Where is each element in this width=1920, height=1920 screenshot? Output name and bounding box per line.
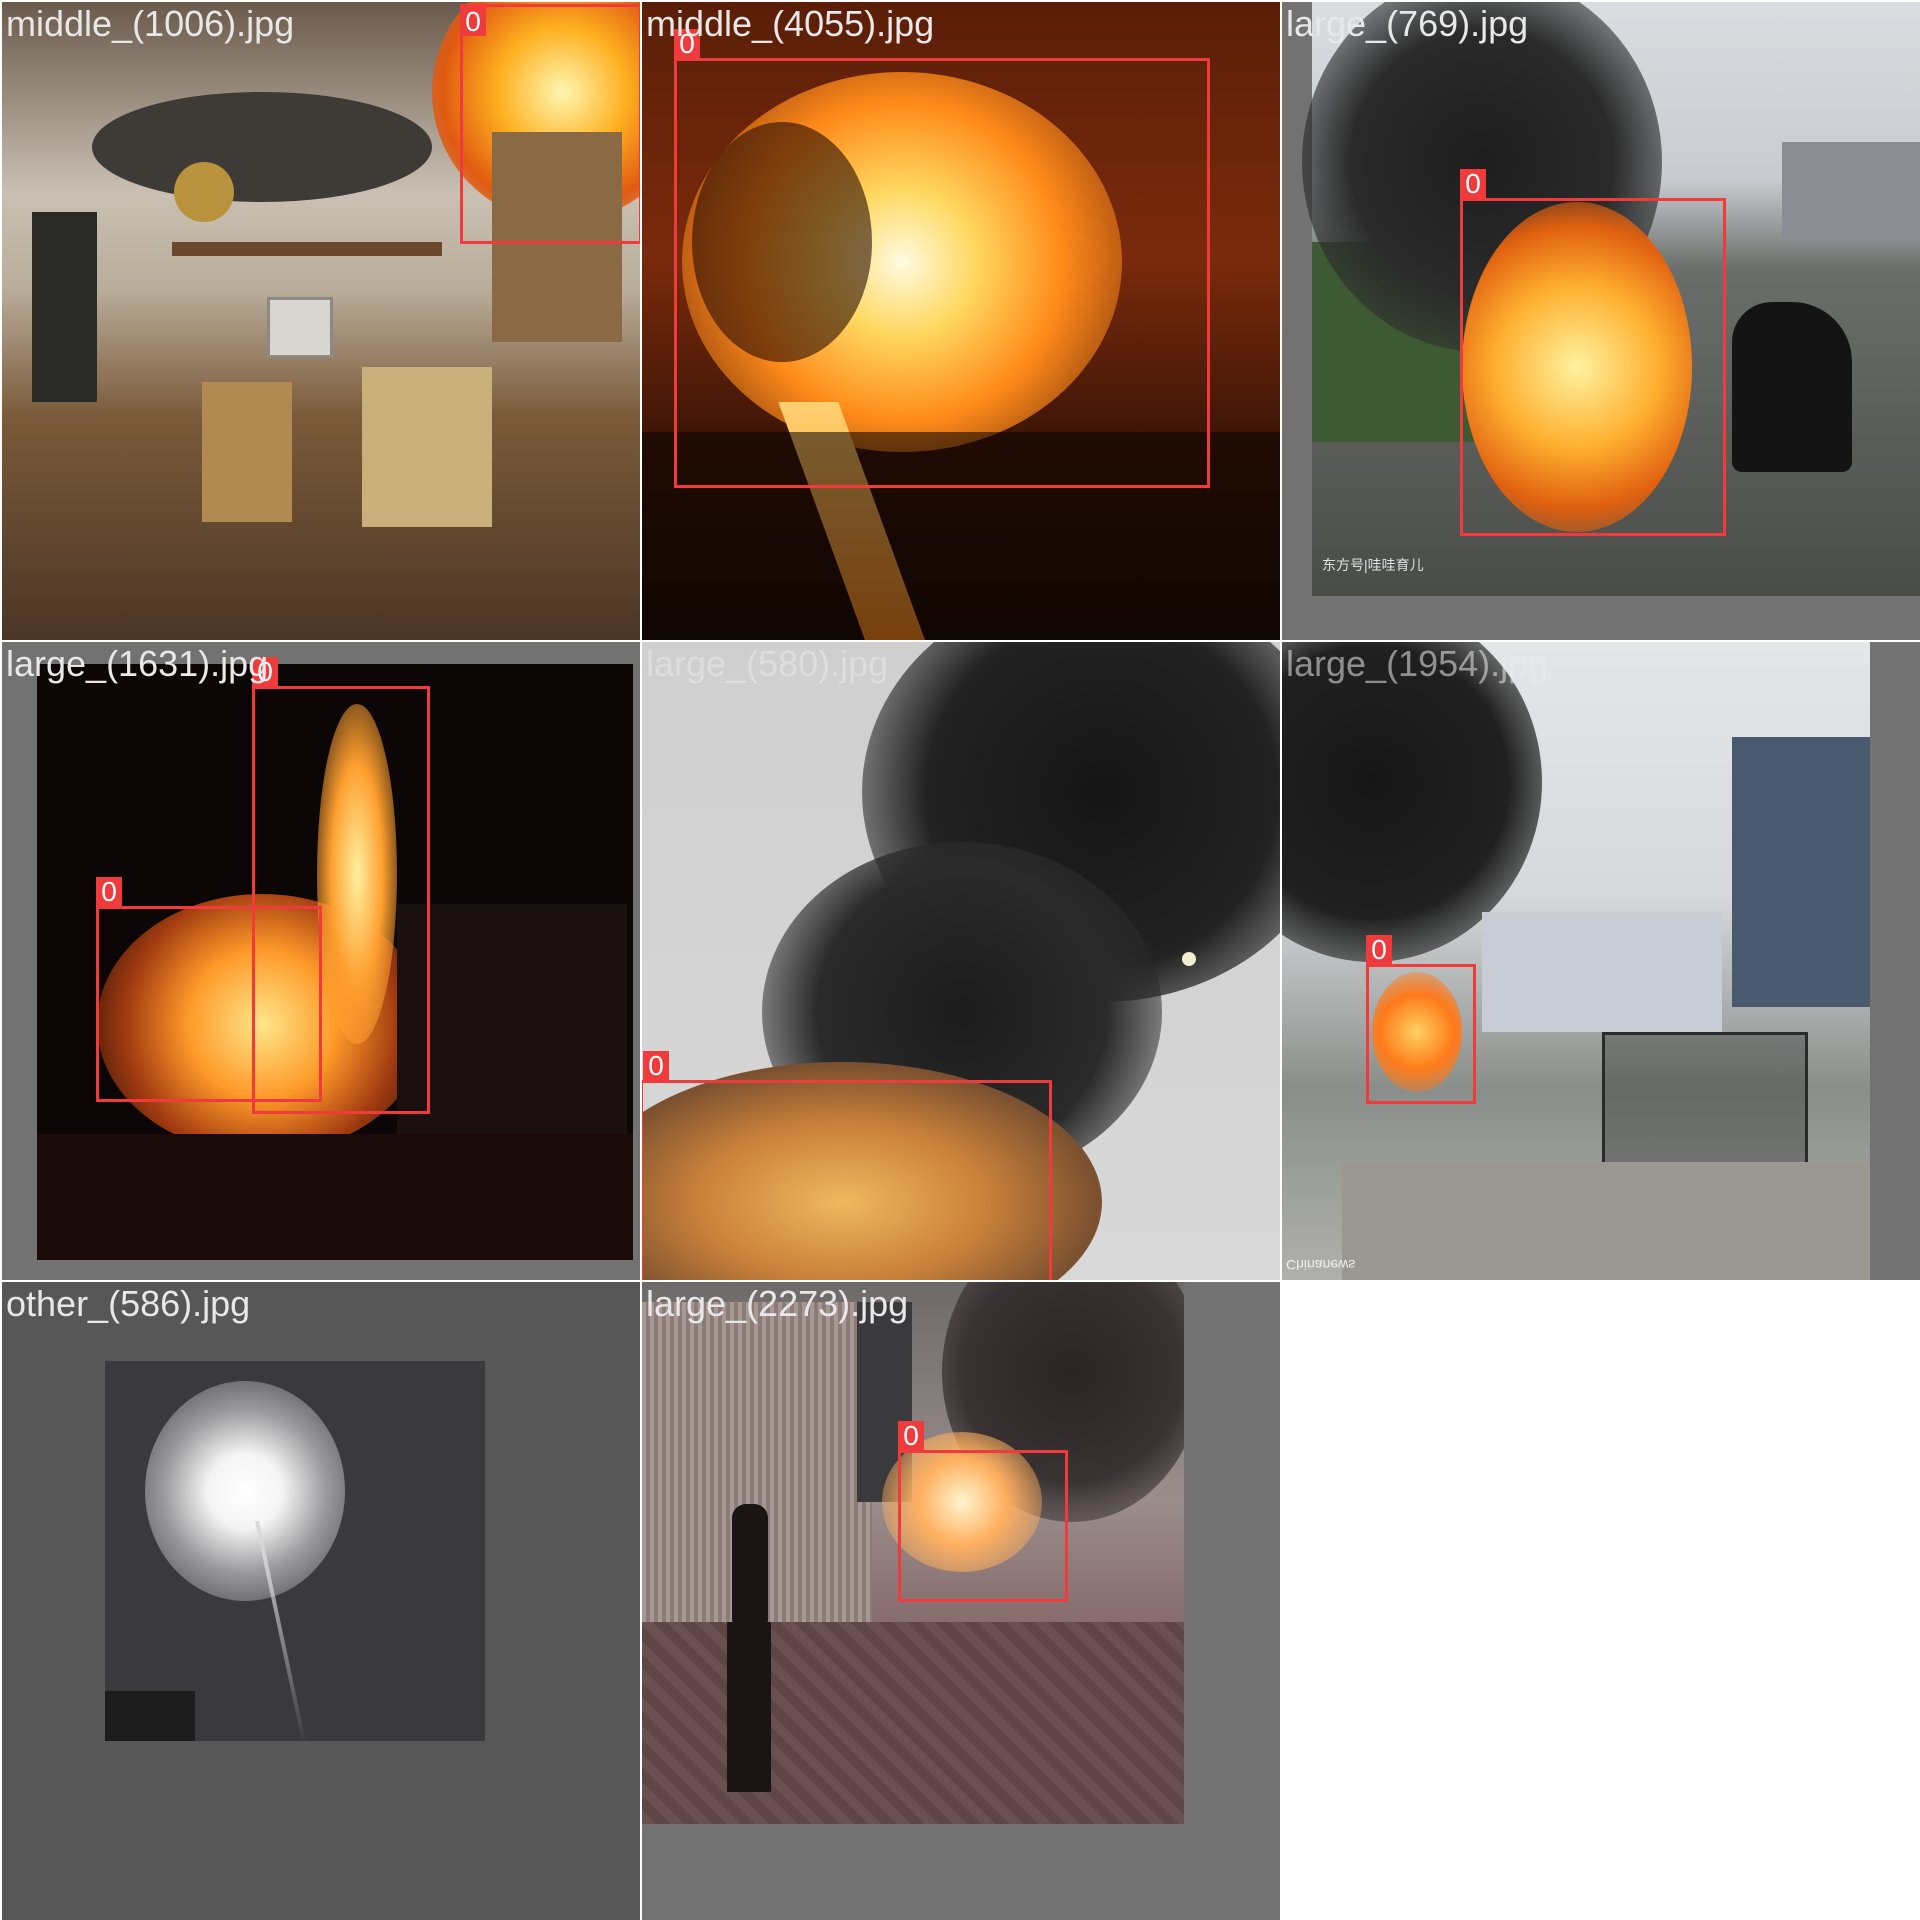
detection-class-label: 0 <box>898 1421 924 1451</box>
photo-watermark: 东方号|哇哇育儿 <box>1322 557 1424 573</box>
tile-filename: middle_(4055).jpg <box>646 3 935 44</box>
tile-filename: middle_(1006).jpg <box>6 3 295 44</box>
detection-class-label: 0 <box>643 1051 669 1081</box>
tile-other-586: other_(586).jpg <box>2 1282 640 1920</box>
detection-box: 0 <box>898 1421 1068 1602</box>
tile-middle-4055: middle_(4055).jpg 0 <box>642 2 1280 640</box>
tile-large-1954: Chinanews large_(1954).jpg 0 <box>1282 642 1920 1280</box>
detection-class-label: 0 <box>1460 169 1486 199</box>
tile-large-769: 东方号|哇哇育儿 large_(769).jpg 0 <box>1282 2 1920 640</box>
tile-large-580: large_(580).jpg 0 <box>642 642 1280 1280</box>
tile-filename: large_(580).jpg <box>646 643 889 684</box>
detection-box: 0 <box>674 29 1210 488</box>
tile-filename: large_(1954).jpg <box>1286 643 1549 684</box>
detection-box: 0 <box>642 1051 1052 1280</box>
tile-filename: large_(2273).jpg <box>646 1283 909 1324</box>
tile-filename: large_(1631).jpg <box>6 643 269 684</box>
detection-class-label: 0 <box>460 7 486 37</box>
tile-large-1631: large_(1631).jpg 0 0 <box>2 642 640 1280</box>
photo-watermark: Chinanews <box>1286 1257 1356 1273</box>
detection-box: 0 <box>460 4 640 244</box>
detection-box: 0 <box>1366 935 1476 1104</box>
tile-middle-1006: middle_(1006).jpg 0 <box>2 2 640 640</box>
tile-filename: large_(769).jpg <box>1286 3 1529 44</box>
detection-box: 0 <box>96 877 322 1102</box>
detection-box: 0 <box>1460 169 1726 536</box>
tile-filename: other_(586).jpg <box>6 1283 251 1324</box>
night-light-photo <box>2 1282 640 1920</box>
detection-class-label: 0 <box>96 877 122 907</box>
detection-class-label: 0 <box>1366 935 1392 965</box>
detection-mosaic: middle_(1006).jpg 0 middle_(4055).jpg 0 … <box>0 0 1920 1920</box>
tile-large-2273: large_(2273).jpg 0 <box>642 1282 1280 1920</box>
